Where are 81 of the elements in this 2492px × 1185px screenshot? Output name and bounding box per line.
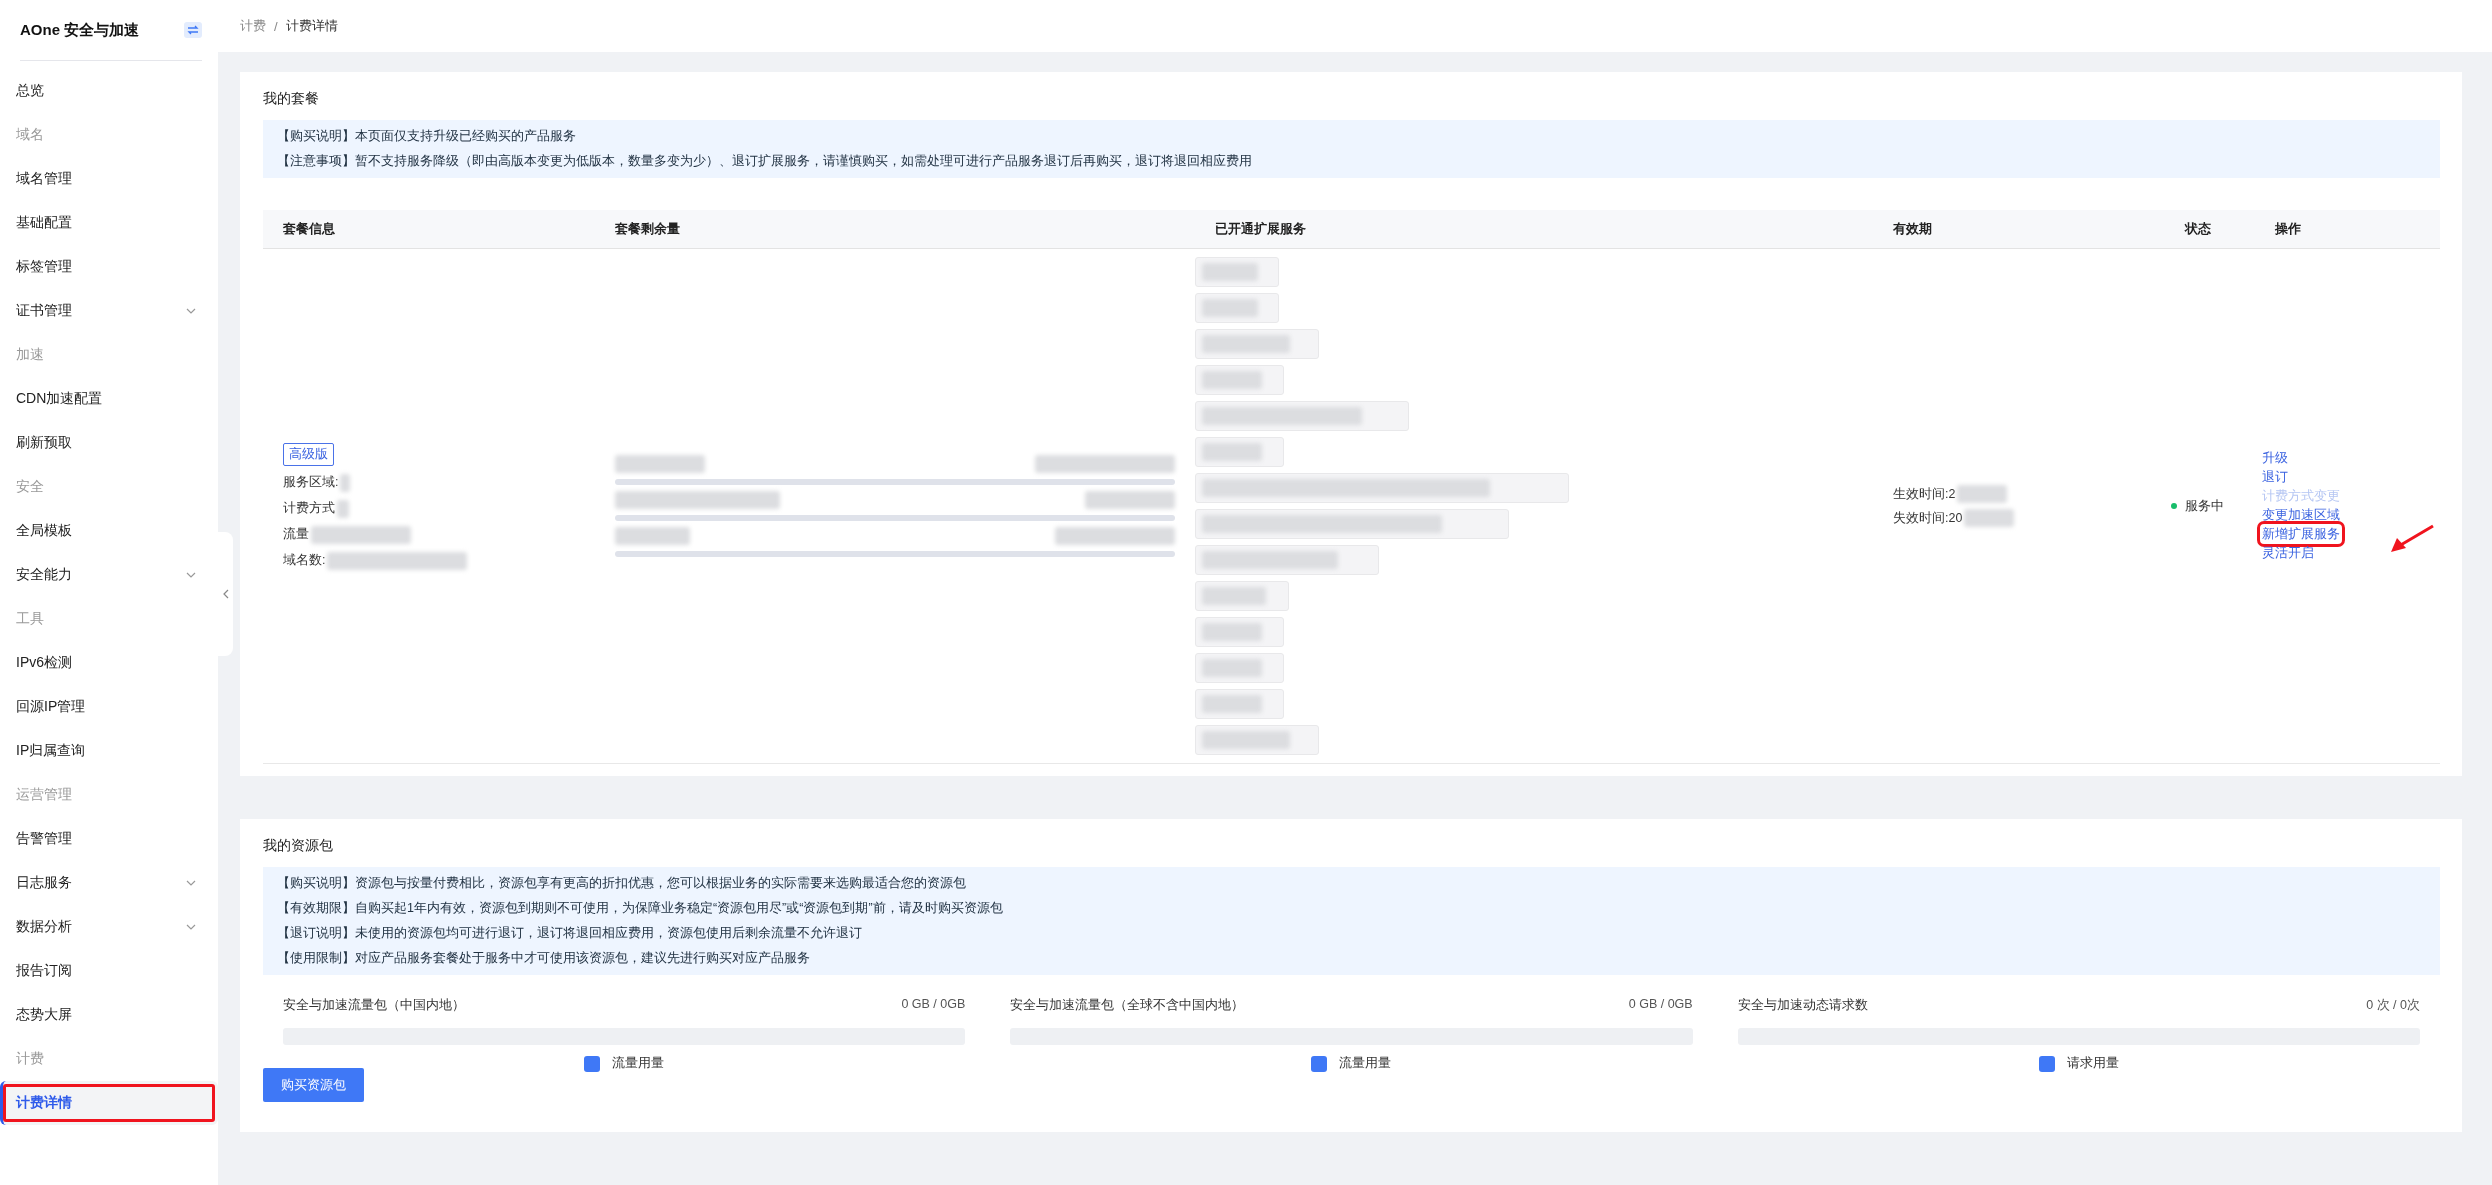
app-title: AOne 安全与加速 — [20, 20, 140, 40]
info-label: 流量 — [283, 526, 309, 543]
nav-group-label: 运营管理 — [15, 785, 73, 804]
sidebar-item[interactable]: 日志服务 — [0, 861, 218, 905]
sidebar-item[interactable]: 态势大屏 — [0, 993, 218, 1037]
column-header: 套餐剩余量 — [614, 220, 681, 238]
info-label: 计费方式 — [283, 500, 335, 517]
chevron-left-icon — [222, 589, 229, 599]
nav-group-label: 安全 — [15, 477, 45, 496]
legend-label: 流量用量 — [612, 1055, 665, 1072]
column-header: 套餐信息 — [282, 220, 336, 238]
sidebar-item[interactable]: 计费详情 — [0, 1081, 218, 1125]
sidebar-item[interactable]: 刷新预取 — [0, 421, 218, 465]
sidebar-item[interactable]: 告警管理 — [0, 817, 218, 861]
blurred-text — [337, 499, 349, 518]
plan-badge: 高级版 — [283, 442, 334, 466]
nav-group-label: 工具 — [15, 609, 45, 628]
sidebar-item[interactable]: 数据分析 — [0, 905, 218, 949]
column-header: 状态 — [2183, 220, 2212, 238]
usage-text: 0 次 / 0次 — [2366, 997, 2420, 1014]
legend-swatch — [2038, 1055, 2055, 1072]
sidebar-item[interactable]: 标签管理 — [0, 245, 218, 289]
sidebar-item[interactable]: IPv6检测 — [0, 641, 218, 685]
sidebar-item[interactable]: 域名管理 — [0, 157, 218, 201]
breadcrumb-item: 计费详情 — [285, 17, 338, 35]
sidebar-item[interactable]: 安全能力 — [0, 553, 218, 597]
nav-group-label: 计费 — [15, 1049, 45, 1068]
annotation-arrow-icon — [2389, 524, 2435, 554]
section-title: 我的资源包 — [263, 837, 334, 855]
sidebar-item[interactable]: 报告订阅 — [0, 949, 218, 993]
collapse-toggle-button[interactable] — [184, 22, 202, 38]
info-label: 服务区域: — [283, 474, 339, 491]
notice-text: 【退订说明】未使用的资源包均可进行退订，退订将退回相应费用，资源包使用后剩余流量不允许退订 — [277, 925, 863, 942]
nav-group-label: 加速 — [15, 345, 45, 364]
notice-text: 【有效期限】自购买起1年内有效，资源包到期则不可使用，为保障业务稳定“资源包用尽”或“资源包到期”前，请及时购买资源包 — [277, 900, 1004, 917]
pack-name: 安全与加速动态请求数 — [1737, 997, 1868, 1014]
legend-label: 流量用量 — [1339, 1055, 1392, 1072]
legend-label: 请求用量 — [2066, 1055, 2119, 1072]
breadcrumb-separator: / — [274, 18, 278, 34]
legend-swatch — [584, 1055, 601, 1072]
action-link[interactable]: 灵活开启 — [2261, 544, 2315, 562]
column-header: 操作 — [2274, 220, 2302, 238]
chevron-down-icon — [186, 880, 196, 886]
column-header: 已开通扩展服务 — [1214, 220, 1307, 238]
pack-name: 安全与加速流量包（全球不含中国内地） — [1010, 997, 1245, 1014]
action-link: 计费方式变更 — [2261, 488, 2341, 505]
action-link[interactable]: 变更加速区域 — [2261, 506, 2341, 524]
action-link[interactable]: 升级 — [2261, 449, 2289, 467]
sidebar-item[interactable]: CDN加速配置 — [0, 377, 218, 421]
buy-button[interactable]: 购买资源包 — [263, 1068, 364, 1102]
sidebar-item[interactable]: 全局模板 — [0, 509, 218, 553]
section-title: 我的套餐 — [263, 90, 320, 108]
chevron-down-icon — [186, 308, 196, 314]
date-label: 失效时间:20 — [1893, 509, 1963, 527]
sidebar-item[interactable]: 证书管理 — [0, 289, 218, 333]
swap-icon — [187, 25, 199, 35]
notice-text: 【购买说明】本页面仅支持升级已经购买的产品服务 — [277, 128, 577, 145]
sidebar-item[interactable]: 总览 — [0, 69, 218, 113]
sidebar-collapse-handle[interactable] — [218, 532, 233, 656]
chevron-down-icon — [186, 572, 196, 578]
status-text: 服务中 — [2185, 497, 2224, 515]
info-label: 域名数: — [283, 552, 326, 569]
action-link[interactable]: 退订 — [2261, 468, 2289, 486]
nav-group-label: 域名 — [15, 125, 45, 144]
sidebar-item[interactable]: 基础配置 — [0, 201, 218, 245]
notice-text: 【使用限制】对应产品服务套餐处于服务中才可使用该资源包，建议先进行购买对应产品服务 — [277, 950, 811, 967]
column-header: 有效期 — [1892, 220, 1933, 238]
usage-text: 0 GB / 0GB — [1628, 997, 1693, 1013]
notice-text: 【购买说明】资源包与按量付费相比，资源包享有更高的折扣优惠，您可以根据业务的实际需要来选购最适合您的资源包 — [277, 875, 967, 892]
legend-swatch — [1311, 1055, 1328, 1072]
sidebar-item[interactable]: IP归属查询 — [0, 729, 218, 773]
breadcrumb-item[interactable]: 计费 — [240, 17, 266, 35]
blurred-text — [340, 473, 351, 492]
date-label: 生效时间:2 — [1893, 485, 1956, 503]
pack-name: 安全与加速流量包（中国内地） — [283, 997, 465, 1014]
chevron-down-icon — [186, 924, 196, 930]
usage-text: 0 GB / 0GB — [901, 997, 966, 1013]
blurred-text — [1964, 509, 2015, 527]
blurred-text — [1957, 485, 2008, 503]
notice-text: 【注意事项】暂不支持服务降级（即由高版本变更为低版本，数量多变为少）、退订扩展服务，请谨慎购买，如需处理可进行产品服务退订后再购买，退订将退回相应费用 — [277, 153, 1253, 170]
sidebar-item[interactable]: 回源IP管理 — [0, 685, 218, 729]
